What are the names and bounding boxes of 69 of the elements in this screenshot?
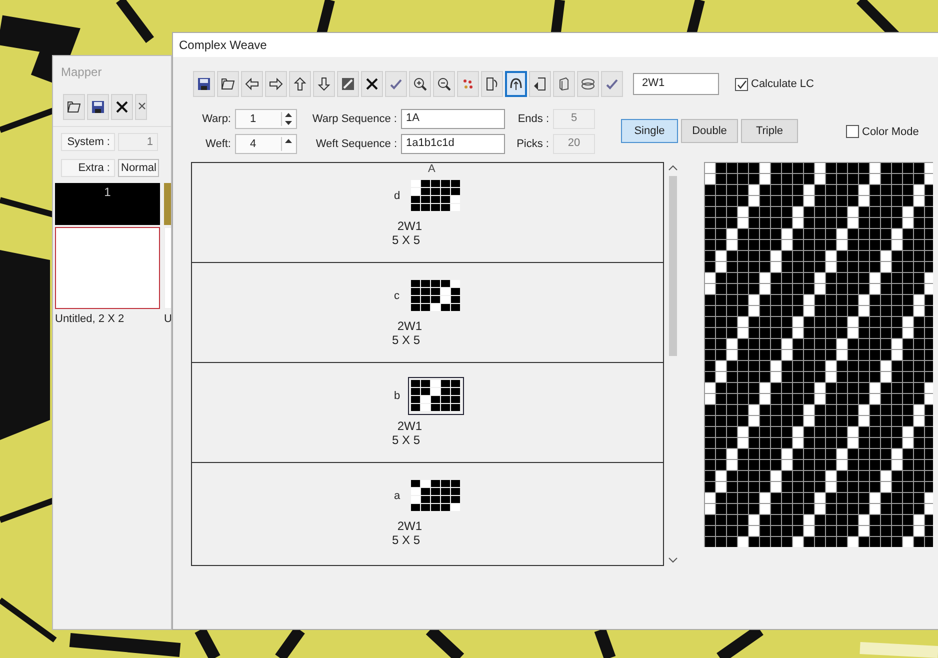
warp-sequence-field[interactable]: 1A [401, 109, 505, 129]
pattern-size: 5 X 5 [392, 333, 420, 347]
layer-label: d [394, 190, 400, 202]
cross-icon [114, 99, 130, 115]
warp-spinner[interactable]: 1 [235, 109, 297, 129]
field-label: Warp: [201, 113, 231, 125]
weft-sequence-field[interactable]: 1a1b1c1d [401, 134, 505, 154]
return-icon [532, 76, 548, 92]
arrow-down-icon [668, 556, 678, 564]
field-label: Ends : [516, 113, 549, 125]
mode-button[interactable]: Single [621, 119, 678, 143]
layer-label: a [394, 490, 400, 502]
window-title: Complex Weave [173, 33, 938, 57]
floppy-icon [90, 99, 106, 115]
image-icon [340, 76, 356, 92]
rotate-icon [508, 76, 524, 92]
scrollbar-thumb[interactable] [669, 176, 678, 356]
pattern-name: 2W1 [397, 219, 422, 233]
pattern-name: 2W1 [397, 519, 422, 533]
cross-icon [364, 76, 380, 92]
field-label: Weft Sequence : [314, 138, 397, 150]
mode-button[interactable]: Double [681, 119, 738, 143]
thumbnail[interactable] [55, 227, 160, 309]
picks-field: 20 [553, 134, 595, 154]
toolbar-button[interactable] [505, 71, 527, 97]
pattern-size: 5 X 5 [392, 433, 420, 447]
ends-field: 5 [553, 109, 595, 129]
thumbnail-caption: Untitled, 2 X 2 [55, 313, 124, 325]
pattern-name-field[interactable]: 2W1 [633, 73, 719, 95]
delete-button[interactable] [111, 94, 133, 120]
checkbox[interactable] [846, 125, 859, 138]
checkbox-label: Calculate LC [751, 78, 814, 90]
thumbnail-header [164, 183, 171, 225]
checkbox[interactable] [735, 78, 748, 90]
zoom-out-icon [436, 76, 452, 92]
pattern-name: 2W1 [397, 319, 422, 333]
open-button[interactable] [63, 94, 85, 120]
save-button[interactable] [87, 94, 109, 120]
page-icon [484, 76, 500, 92]
mode-button[interactable]: Triple [741, 119, 798, 143]
field-label: System : [61, 133, 115, 151]
floppy-icon [196, 76, 212, 92]
field-label: Extra : [61, 159, 115, 177]
field-label: Warp Sequence : [311, 113, 397, 125]
pattern-size: 5 X 5 [392, 533, 420, 547]
checkbox-label: Color Mode [862, 126, 919, 138]
layer-label: c [394, 290, 400, 302]
pattern-size: 5 X 5 [392, 233, 420, 247]
zoom-in-icon [412, 76, 428, 92]
folder-icon [220, 76, 236, 92]
thumbnail-number: 1 [104, 184, 111, 201]
arrow-up-icon [292, 76, 308, 92]
column-header: A [428, 163, 436, 175]
folder-icon [66, 99, 82, 115]
arrow-down-icon [316, 76, 332, 92]
field-label: Picks : [516, 138, 549, 150]
arrow-right-icon [268, 76, 284, 92]
system-field[interactable]: 1 [118, 133, 158, 151]
arrow-up-icon [668, 164, 678, 172]
layer-label: b [394, 390, 400, 402]
weft-spinner[interactable]: 4 [235, 134, 297, 154]
field-label: Weft: [204, 138, 231, 150]
window-title: Mapper [60, 64, 103, 81]
weave-pattern-drawing[interactable] [408, 377, 464, 415]
pattern-name: 2W1 [397, 419, 422, 433]
arrow-left-icon [244, 76, 260, 92]
layers-icon [580, 76, 596, 92]
extra-dropdown[interactable]: Normal [118, 159, 160, 177]
thumbnail-caption: U [164, 313, 171, 325]
